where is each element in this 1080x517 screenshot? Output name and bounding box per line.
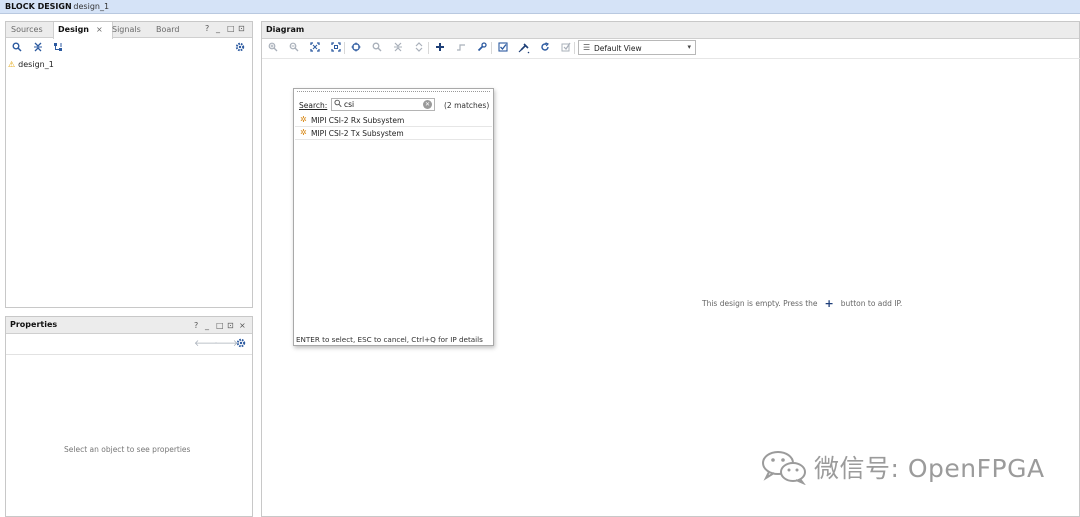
toolbar-separator	[428, 42, 429, 54]
gear-icon[interactable]	[235, 338, 247, 350]
close-icon[interactable]: ×	[239, 321, 246, 330]
maximize-icon[interactable]: □	[227, 24, 235, 33]
tab-sources[interactable]: Sources	[11, 22, 43, 38]
minimize-icon[interactable]: _	[216, 24, 220, 33]
ip-result-item[interactable]: ✲ MIPI CSI-2 Rx Subsystem	[295, 114, 492, 127]
toolbar-separator	[574, 42, 575, 54]
empty-design-message: This design is empty. Press the + button t…	[702, 296, 903, 310]
tree-item-design-1[interactable]: ⚠ design_1	[6, 60, 54, 69]
search-value: csi	[344, 100, 355, 109]
collapse-all-icon[interactable]	[32, 42, 44, 54]
search-icon[interactable]	[11, 42, 23, 54]
ip-result-label: MIPI CSI-2 Rx Subsystem	[311, 116, 405, 125]
tab-design-close-icon[interactable]: ×	[96, 25, 103, 34]
fit-selection-icon[interactable]	[330, 42, 342, 54]
popup-grip[interactable]	[297, 91, 490, 94]
design-panel-tabbar: Sources Design × Signals Board ? _ □ ⊡	[6, 22, 252, 39]
wechat-icon	[762, 451, 806, 485]
pin-icon[interactable]	[518, 42, 530, 54]
empty-message-after: button to add IP.	[840, 299, 903, 308]
warning-icon: ⚠	[8, 60, 16, 69]
help-icon[interactable]: ?	[194, 321, 198, 330]
ip-result-label: MIPI CSI-2 Tx Subsystem	[311, 129, 404, 138]
collapse-icon[interactable]	[392, 42, 404, 54]
tab-design[interactable]: Design ×	[53, 22, 113, 39]
validate-icon[interactable]	[497, 42, 509, 54]
hierarchy-icon[interactable]	[52, 42, 64, 54]
expand-icon[interactable]	[413, 42, 425, 54]
view-select[interactable]: ☰ Default View ▾	[578, 40, 696, 55]
forward-arrow-icon[interactable]: 🡒	[214, 338, 238, 350]
properties-empty-text: Select an object to see properties	[64, 445, 191, 454]
diagram-toolbar-divider	[262, 58, 1080, 59]
popup-hint: ENTER to select, ESC to cancel, Ctrl+Q f…	[296, 335, 483, 344]
watermark: 微信号: OpenFPGA	[760, 447, 1045, 487]
fit-full-icon[interactable]	[309, 42, 321, 54]
search-label: Search:	[299, 101, 328, 110]
view-select-value: Default View	[594, 44, 642, 53]
properties-title: Properties	[10, 320, 58, 329]
ip-core-icon: ✲	[300, 115, 307, 124]
design-panel: Sources Design × Signals Board ? _ □ ⊡ ⚠ d…	[5, 21, 253, 308]
help-icon[interactable]: ?	[205, 24, 209, 33]
tab-signals[interactable]: Signals	[112, 22, 141, 38]
ip-search-input[interactable]: csi ✕	[331, 98, 435, 111]
ip-result-item[interactable]: ✲ MIPI CSI-2 Tx Subsystem	[295, 127, 492, 140]
add-ip-inline-icon[interactable]: +	[825, 297, 834, 310]
window-titlebar: BLOCK DESIGN - design_1	[0, 0, 1080, 14]
wrench-icon[interactable]	[476, 42, 488, 54]
titlebar-design-name: - design_1	[68, 2, 110, 11]
back-arrow-icon[interactable]: 🡐	[194, 338, 218, 350]
tab-design-label: Design	[58, 25, 89, 34]
watermark-text: 微信号: OpenFPGA	[814, 454, 1045, 483]
gear-icon[interactable]	[234, 42, 246, 54]
diagram-title: Diagram	[266, 25, 305, 34]
properties-divider	[6, 354, 252, 355]
regenerate-icon[interactable]	[560, 42, 572, 54]
properties-panel: Properties ? _ □ ⊡ × 🡐 🡒	[5, 316, 253, 517]
search-icon[interactable]	[371, 42, 383, 54]
list-icon: ☰	[583, 43, 591, 52]
titlebar-title: BLOCK DESIGN	[5, 2, 72, 11]
search-icon	[334, 99, 342, 110]
zoom-in-icon[interactable]	[267, 42, 279, 54]
ip-search-popup: Search: csi ✕ (2 matches) ✲ MIPI CSI-2 R…	[293, 88, 494, 346]
routing-icon[interactable]	[455, 42, 467, 54]
tab-sources-label: Sources	[11, 25, 43, 34]
add-ip-icon[interactable]	[434, 42, 446, 54]
zoom-out-icon[interactable]	[288, 42, 300, 54]
tab-board[interactable]: Board	[156, 22, 180, 38]
restore-icon[interactable]: ⊡	[227, 321, 234, 330]
minimize-icon[interactable]: _	[205, 321, 209, 330]
maximize-icon[interactable]: □	[216, 321, 224, 330]
tab-board-label: Board	[156, 25, 180, 34]
refresh-icon[interactable]	[539, 42, 551, 54]
clear-icon[interactable]: ✕	[423, 100, 432, 109]
diagram-header: Diagram	[262, 22, 1079, 39]
match-count: (2 matches)	[444, 101, 490, 110]
chevron-down-icon: ▾	[687, 43, 691, 51]
toolbar-separator	[491, 42, 492, 54]
tab-signals-label: Signals	[112, 25, 141, 34]
toolbar-separator	[344, 42, 345, 54]
empty-message-before: This design is empty. Press the	[702, 299, 818, 308]
restore-icon[interactable]: ⊡	[238, 24, 245, 33]
auto-fit-icon[interactable]	[350, 42, 362, 54]
tree-item-label: design_1	[18, 60, 54, 69]
ip-core-icon: ✲	[300, 128, 307, 137]
